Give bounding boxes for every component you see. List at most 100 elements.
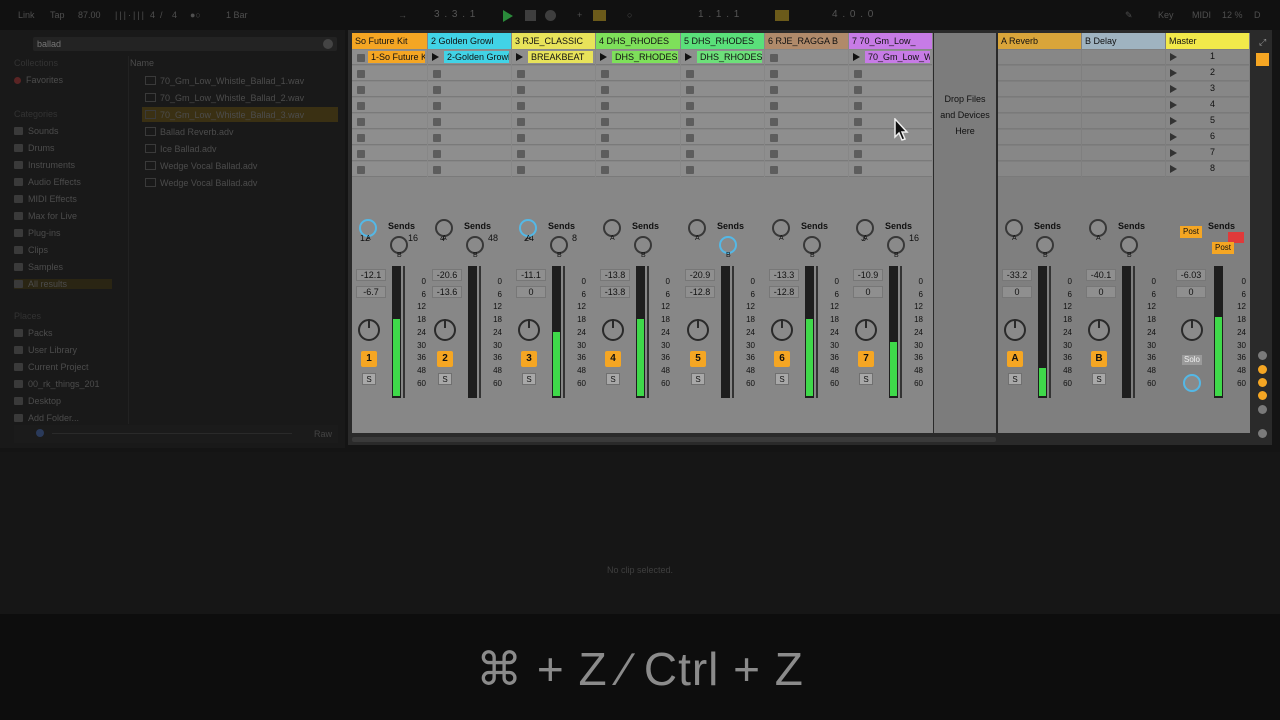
clip-slot[interactable] (681, 82, 764, 97)
loop-length[interactable]: 4 . 0 . 0 (832, 9, 874, 20)
stop-button-icon[interactable] (854, 70, 862, 78)
clip-slot[interactable] (428, 82, 511, 97)
clear-search-icon[interactable] (323, 39, 333, 49)
drop-zone[interactable]: Drop Files and Devices Here (934, 33, 996, 433)
clip-slot[interactable] (765, 98, 848, 113)
clip-play-icon[interactable] (685, 53, 692, 61)
draw-mode-icon[interactable]: ✎ (1125, 10, 1133, 21)
scene-play-icon[interactable] (1170, 133, 1177, 141)
scene-launch[interactable]: 3 (1166, 82, 1249, 97)
clip-slot[interactable] (849, 146, 932, 161)
stop-button-icon[interactable] (601, 118, 609, 126)
stop-button-icon[interactable] (854, 86, 862, 94)
clip-name[interactable]: BREAKBEAT (528, 51, 593, 63)
stop-button-icon[interactable] (357, 102, 365, 110)
stop-button-icon[interactable] (686, 134, 694, 142)
stop-button-icon[interactable] (517, 86, 525, 94)
clip-slot[interactable] (352, 114, 427, 129)
scene-play-icon[interactable] (1170, 117, 1177, 125)
stop-button-icon[interactable] (433, 166, 441, 174)
scene-launch[interactable]: 8 (1166, 162, 1249, 177)
stop-button-icon[interactable] (357, 134, 365, 142)
clip-slot[interactable] (512, 98, 595, 113)
fader-track[interactable] (647, 266, 649, 398)
stop-button-icon[interactable] (854, 166, 862, 174)
clip-name[interactable]: 2-Golden Growl (444, 51, 509, 63)
solo-button[interactable]: S (775, 373, 789, 385)
stop-button-icon[interactable] (357, 70, 365, 78)
clip-slot[interactable] (352, 66, 427, 81)
places-item[interactable]: Desktop (14, 396, 61, 406)
stop-button-icon[interactable] (854, 150, 862, 158)
file-item[interactable]: Ballad Reverb.adv (142, 124, 338, 139)
stop-button-icon[interactable] (770, 118, 778, 126)
fader-track[interactable] (732, 266, 734, 398)
volume-value[interactable]: -20.9 (685, 269, 715, 281)
clip-slot[interactable] (512, 130, 595, 145)
stop-button-icon[interactable] (770, 70, 778, 78)
solo-button[interactable]: S (859, 373, 873, 385)
sidebar-item-midi-effects[interactable]: MIDI Effects (14, 194, 77, 204)
arrangement-position[interactable]: 3 . 3 . 1 (434, 9, 476, 20)
clip-slot[interactable] (849, 98, 932, 113)
midi-map-button[interactable]: MIDI (1192, 10, 1211, 20)
clip-slot[interactable] (352, 130, 427, 145)
clip-slot[interactable] (681, 162, 764, 177)
stop-button-icon[interactable] (433, 86, 441, 94)
file-item[interactable]: Ice Ballad.adv (142, 141, 338, 156)
track-activator-button[interactable]: 1 (361, 351, 377, 367)
stop-button-icon[interactable] (517, 102, 525, 110)
scene-play-icon[interactable] (1170, 165, 1177, 173)
pan-value[interactable]: 0 (1176, 286, 1206, 298)
stop-button-icon[interactable] (601, 86, 609, 94)
clip-slot[interactable] (352, 82, 427, 97)
clip-slot[interactable] (512, 82, 595, 97)
pan-value[interactable]: -12.8 (685, 286, 715, 298)
scene-play-icon[interactable] (1170, 101, 1177, 109)
clip-slot[interactable] (765, 114, 848, 129)
pan-knob[interactable] (771, 319, 793, 341)
clip-slot[interactable] (428, 146, 511, 161)
scene-launch[interactable]: 5 (1166, 114, 1249, 129)
volume-value[interactable]: -10.9 (853, 269, 883, 281)
volume-value[interactable]: -13.3 (769, 269, 799, 281)
clip-slot[interactable]: 2-Golden Growl (428, 50, 511, 65)
clip-name[interactable]: 70_Gm_Low_W (865, 51, 930, 63)
pan-knob[interactable] (1004, 319, 1026, 341)
stop-button-icon[interactable] (601, 166, 609, 174)
solo-button[interactable]: S (1092, 373, 1106, 385)
stop-button-icon[interactable] (686, 166, 694, 174)
stop-button-icon[interactable] (433, 118, 441, 126)
automation-arm-icon[interactable] (593, 10, 606, 21)
stop-button-icon[interactable] (601, 150, 609, 158)
clip-slot[interactable] (428, 98, 511, 113)
name-column-header[interactable]: Name (130, 58, 154, 68)
key-map-button[interactable]: Key (1158, 10, 1174, 20)
clip-slot[interactable]: BREAKBEAT (512, 50, 595, 65)
track-activator-button[interactable]: 7 (858, 351, 874, 367)
fader-track[interactable] (1133, 266, 1135, 398)
track-title[interactable]: 7 70_Gm_Low_ (849, 33, 932, 49)
pan-value[interactable]: 0 (1086, 286, 1116, 298)
solo-button[interactable]: S (362, 373, 376, 385)
fader-track[interactable] (563, 266, 565, 398)
solo-button[interactable]: S (522, 373, 536, 385)
sidebar-item-clips[interactable]: Clips (14, 245, 48, 255)
stop-button-icon[interactable] (433, 150, 441, 158)
clip-slot[interactable] (512, 162, 595, 177)
loop-start[interactable]: 1 . 1 . 1 (698, 9, 740, 20)
stop-button-icon[interactable] (770, 134, 778, 142)
track-activator-button[interactable]: 2 (437, 351, 453, 367)
fader-track[interactable] (1049, 266, 1051, 398)
places-item[interactable]: Packs (14, 328, 53, 338)
scene-play-icon[interactable] (1170, 149, 1177, 157)
clip-slot[interactable] (849, 66, 932, 81)
sidebar-item-sounds[interactable]: Sounds (14, 126, 59, 136)
pan-knob[interactable] (602, 319, 624, 341)
stop-button-icon[interactable] (686, 70, 694, 78)
scene-launch[interactable]: 4 (1166, 98, 1249, 113)
fader-track[interactable] (900, 266, 902, 398)
track-title[interactable]: 4 DHS_RHODES (596, 33, 680, 49)
track-title[interactable]: 2 Golden Growl (428, 33, 511, 49)
cue-volume-knob[interactable] (1183, 374, 1201, 392)
